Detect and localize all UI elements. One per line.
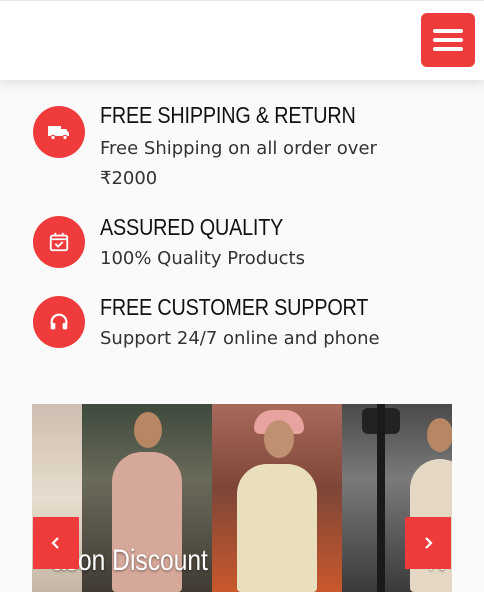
promo-slider[interactable]: ason Discount N [32, 404, 452, 592]
slider-prev-button[interactable] [33, 517, 79, 569]
model-head [427, 418, 452, 452]
headphones-icon [33, 296, 85, 348]
feature-title: FREE CUSTOMER SUPPORT [100, 294, 369, 320]
slider-next-button[interactable] [405, 517, 451, 569]
model-head [264, 420, 294, 458]
feature-title: ASSURED QUALITY [100, 214, 284, 240]
chevron-right-icon [425, 537, 433, 549]
feature-description: Free Shipping on all order over ₹2000 [100, 138, 377, 189]
truck-icon [33, 106, 85, 158]
calendar-check-icon [33, 216, 85, 268]
chevron-left-icon [51, 537, 59, 549]
hamburger-menu-icon [433, 29, 463, 33]
site-header [0, 0, 484, 80]
model-sherwani [237, 464, 317, 592]
feature-title: FREE SHIPPING & RETURN [100, 102, 356, 128]
feature-description: Support 24/7 online and phone [100, 328, 380, 349]
street-lamp-post [377, 404, 385, 592]
hamburger-menu-button[interactable] [421, 13, 475, 67]
model-head [134, 412, 162, 448]
feature-description: 100% Quality Products [100, 248, 305, 269]
